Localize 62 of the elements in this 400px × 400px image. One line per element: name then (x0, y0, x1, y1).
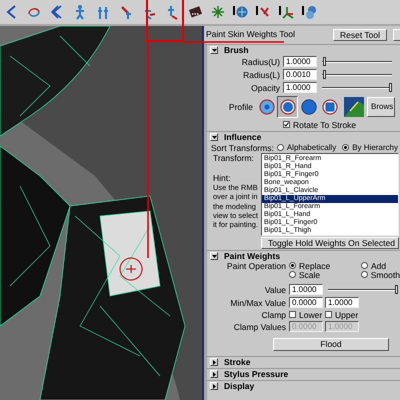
slider[interactable] (322, 57, 392, 66)
field-label: Value (264, 284, 287, 294)
rotate-checkbox[interactable]: Rotate To Stroke (283, 120, 356, 130)
flood-button[interactable]: Flood (273, 338, 389, 350)
section-title: Brush (224, 45, 249, 55)
expand-toggle[interactable] (210, 358, 218, 366)
texture-swatch-icon[interactable] (344, 96, 364, 116)
field-label: Radius(U) (240, 56, 281, 66)
section-title: Influence (224, 132, 262, 142)
highlight-frame (146, 0, 184, 42)
browse-button[interactable]: Brows (367, 96, 396, 116)
section-title: Paint Weights (224, 251, 280, 261)
number-field[interactable]: 1.0000 (283, 56, 317, 67)
clamp-checkbox[interactable]: Lower (289, 310, 325, 320)
field-label: Opacity (250, 82, 281, 92)
sort-radio[interactable]: Alphabetically (276, 143, 336, 152)
section-title: Stroke (224, 357, 250, 367)
brush-cursor-icon (119, 257, 143, 281)
toggle-hold-button[interactable]: Toggle Hold Weights On Selected (261, 236, 399, 248)
field-label: Sort Transforms: (211, 142, 274, 152)
slider[interactable] (328, 285, 398, 294)
slider[interactable] (322, 83, 392, 92)
checkmark-icon (284, 122, 289, 127)
field-label: Min/Max Value (229, 298, 287, 308)
field-label: Clamp Values (232, 322, 287, 332)
field-label: Radius(L) (242, 70, 281, 80)
field-label: Profile (228, 102, 254, 112)
collapse-toggle[interactable] (210, 133, 218, 141)
slider-thumb[interactable] (389, 83, 392, 92)
axes-icon (279, 4, 295, 20)
panel-button[interactable] (393, 29, 400, 41)
collapse-toggle[interactable] (210, 46, 218, 54)
number-field[interactable]: 0.0010 (283, 69, 317, 80)
operation-radio[interactable]: Add (361, 260, 386, 270)
star-icon (210, 4, 226, 20)
expand-toggle[interactable] (210, 370, 218, 378)
slider-thumb[interactable] (323, 70, 326, 79)
field-label: Paint Operation (226, 260, 287, 270)
brush-profile-button[interactable] (277, 96, 298, 118)
operation-radio[interactable]: Scale (288, 270, 361, 280)
sphere-icon (233, 4, 249, 20)
slider-thumb[interactable] (395, 285, 398, 294)
reset-tool-button[interactable]: Reset Tool (332, 29, 387, 41)
spheres-icon (302, 4, 318, 20)
hint-label: Hint: (213, 173, 230, 183)
tool-title: Paint Skin Weights Tool (206, 29, 296, 39)
section-title: Display (224, 381, 254, 391)
clamp-checkbox[interactable]: Upper (325, 310, 361, 320)
number-field[interactable]: 1.0000 (283, 82, 317, 93)
sort-radio[interactable]: By Hierarchy (342, 143, 398, 152)
collapse-toggle[interactable] (210, 252, 218, 260)
number-field[interactable]: 1.0000 (289, 284, 323, 295)
section-title: Stylus Pressure (224, 369, 288, 379)
slider[interactable] (322, 70, 392, 79)
number-field[interactable]: 0.0000 (289, 297, 323, 308)
number-field[interactable]: 1.0000 (325, 297, 359, 308)
operation-radio[interactable]: Replace (289, 260, 361, 270)
slider-thumb[interactable] (323, 57, 326, 66)
field-label: Transform: (213, 153, 255, 163)
field-label: Clamp (260, 310, 287, 320)
expand-toggle[interactable] (210, 382, 218, 390)
operation-radio[interactable]: Smooth (360, 270, 400, 280)
